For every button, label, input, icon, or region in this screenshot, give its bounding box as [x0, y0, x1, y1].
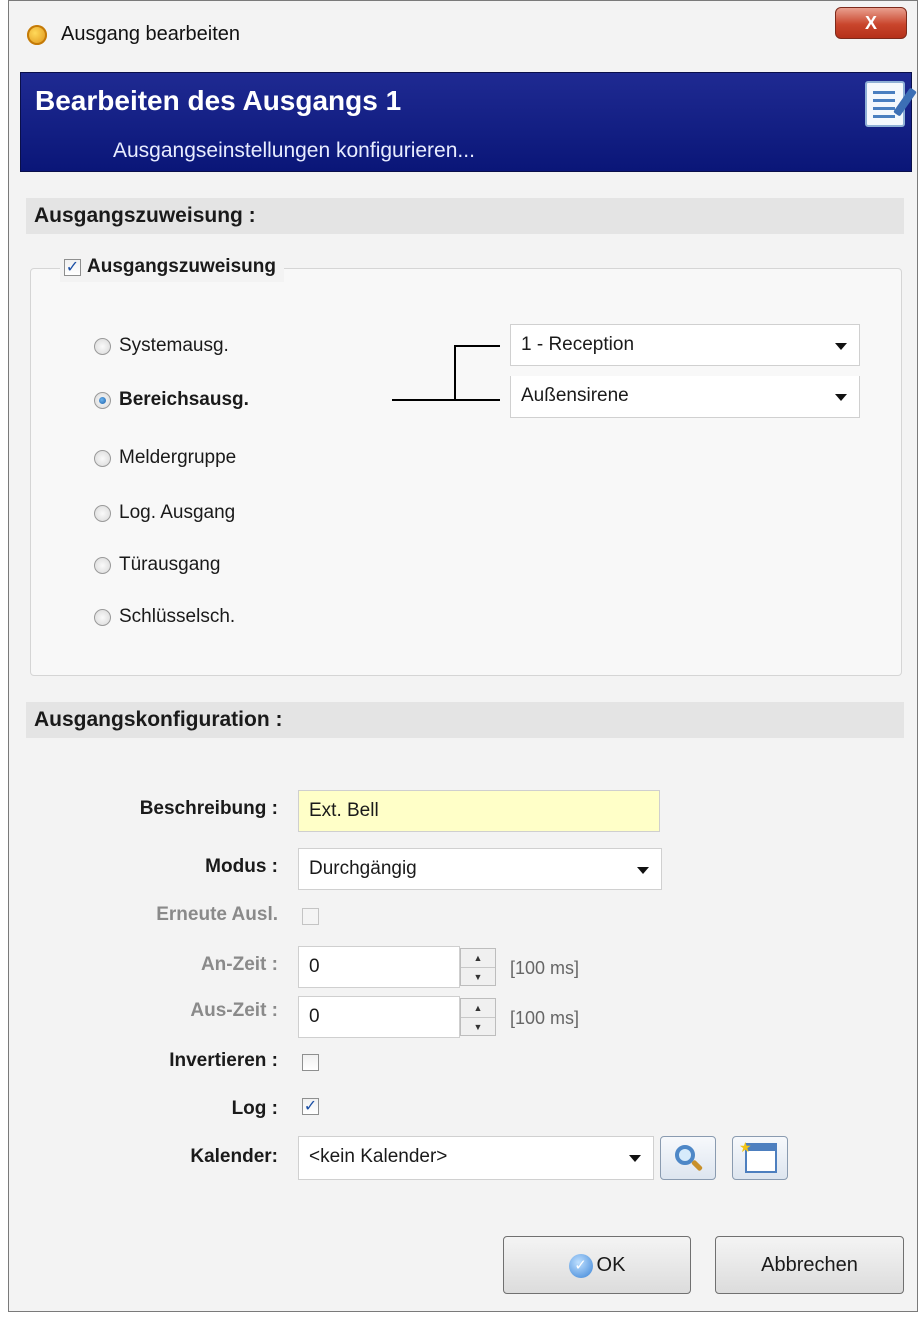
radio-label: Systemausg. [119, 335, 229, 356]
new-calendar-button[interactable]: ★ [732, 1136, 788, 1180]
stepper-up-icon[interactable]: ▲ [461, 999, 495, 1018]
chevron-down-icon [637, 867, 649, 874]
on-time-stepper[interactable]: ▲ ▼ [460, 948, 496, 986]
area-select-value: 1 - Reception [521, 334, 635, 355]
assignment-checkbox[interactable]: ✓ [64, 258, 81, 276]
off-time-stepper[interactable]: ▲ ▼ [460, 998, 496, 1036]
retrigger-label: Erneute Ausl. [156, 904, 278, 925]
invert-checkbox[interactable] [302, 1054, 319, 1071]
off-time-input[interactable]: 0 [298, 996, 460, 1038]
off-time-label: Aus-Zeit : [190, 1000, 278, 1021]
title-bar: Ausgang bearbeiten X [9, 1, 917, 67]
banner-title: Bearbeiten des Ausgangs 1 [35, 85, 402, 116]
radio-area-output[interactable]: Bereichsausg. [94, 388, 249, 412]
check-icon: ✓ [568, 1253, 593, 1278]
close-button[interactable]: X [835, 7, 907, 39]
radio-button[interactable] [94, 337, 111, 355]
description-label: Beschreibung : [139, 798, 278, 819]
gear-icon [27, 25, 47, 45]
radio-label: Meldergruppe [119, 447, 237, 468]
radio-door-output[interactable]: Türausgang [94, 553, 220, 577]
on-time-label: An-Zeit : [200, 954, 278, 975]
mode-label: Modus : [205, 856, 278, 877]
output-select-value: Außensirene [521, 385, 629, 406]
search-calendar-button[interactable] [660, 1136, 716, 1180]
radio-keyswitch[interactable]: Schlüsselsch. [94, 605, 235, 629]
description-value: Ext. Bell [309, 800, 379, 821]
assignment-section-title: Ausgangszuweisung : [26, 198, 904, 234]
radio-zone[interactable]: Meldergruppe [94, 446, 236, 470]
invert-label: Invertieren : [169, 1050, 278, 1071]
radio-label: Türausgang [119, 554, 221, 575]
close-icon: X [864, 13, 877, 33]
connector-line [454, 345, 500, 347]
radio-button[interactable] [94, 556, 111, 574]
calendar-select-value: <kein Kalender> [309, 1146, 448, 1167]
radio-system-output[interactable]: Systemausg. [94, 334, 229, 358]
chevron-down-icon [629, 1155, 641, 1162]
log-checkbox[interactable]: ✓ [302, 1098, 319, 1115]
radio-label: Schlüsselsch. [119, 606, 236, 627]
calendar-label: Kalender: [190, 1146, 278, 1167]
radio-button[interactable] [94, 391, 111, 409]
assignment-checkbox-row[interactable]: ✓ Ausgangszuweisung [60, 256, 284, 282]
on-time-unit: [100 ms] [510, 958, 580, 978]
retrigger-checkbox[interactable] [302, 908, 319, 925]
radio-label: Log. Ausgang [119, 502, 236, 523]
off-time-value: 0 [309, 1006, 320, 1027]
output-select[interactable]: Außensirene [510, 376, 860, 418]
header-banner: Bearbeiten des Ausgangs 1 Ausgangseinste… [20, 72, 917, 172]
connector-line [454, 399, 500, 401]
radio-button[interactable] [94, 449, 111, 467]
on-time-input[interactable]: 0 [298, 946, 460, 988]
radio-button[interactable] [94, 504, 111, 522]
chevron-down-icon [835, 343, 847, 350]
assignment-checkbox-label: Ausgangszuweisung [87, 256, 276, 277]
calendar-select[interactable]: <kein Kalender> [298, 1136, 654, 1180]
banner-subtitle: Ausgangseinstellungen konfigurieren... [113, 139, 475, 162]
cancel-button-label: Abbrechen [761, 1254, 858, 1276]
on-time-value: 0 [309, 956, 320, 977]
ok-button-label: OK [596, 1254, 626, 1276]
radio-logical-output[interactable]: Log. Ausgang [94, 501, 235, 525]
connector-line [454, 345, 456, 401]
mode-select-value: Durchgängig [309, 858, 417, 879]
chevron-down-icon [835, 394, 847, 401]
mode-select[interactable]: Durchgängig [298, 848, 662, 890]
off-time-unit: [100 ms] [510, 1008, 580, 1028]
edit-document-icon [865, 81, 917, 127]
description-input[interactable]: Ext. Bell [298, 790, 660, 832]
window-title: Ausgang bearbeiten [61, 23, 241, 45]
log-label: Log : [231, 1098, 278, 1119]
stepper-up-icon[interactable]: ▲ [461, 949, 495, 968]
area-select[interactable]: 1 - Reception [510, 324, 860, 366]
radio-button[interactable] [94, 608, 111, 626]
config-section-title: Ausgangskonfiguration : [26, 702, 904, 738]
stepper-down-icon[interactable]: ▼ [461, 1018, 495, 1036]
ok-button[interactable]: ✓ OK [503, 1236, 691, 1294]
stepper-down-icon[interactable]: ▼ [461, 968, 495, 986]
cancel-button[interactable]: Abbrechen [715, 1236, 904, 1294]
radio-label: Bereichsausg. [119, 389, 249, 410]
connector-line [392, 399, 454, 401]
